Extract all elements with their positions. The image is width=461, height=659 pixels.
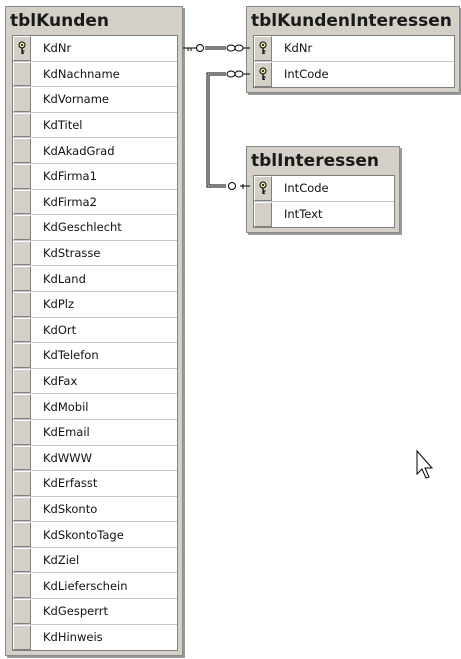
key-symbol bbox=[228, 182, 250, 190]
mouse-pointer-icon bbox=[416, 449, 434, 479]
relationship-layer bbox=[183, 44, 434, 479]
relationship-kdnr[interactable] bbox=[183, 44, 250, 52]
infinity-symbol bbox=[226, 70, 250, 78]
relationship-intcode[interactable] bbox=[206, 70, 250, 190]
infinity-symbol bbox=[226, 44, 250, 52]
